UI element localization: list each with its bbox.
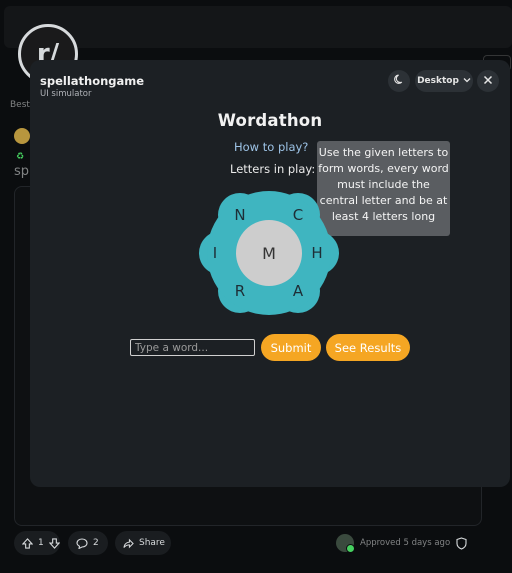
moon-icon	[393, 74, 405, 88]
close-icon	[483, 75, 493, 88]
share-icon	[123, 538, 134, 549]
close-button[interactable]	[477, 70, 499, 92]
center-letter-tile[interactable]: M	[236, 220, 302, 286]
wordathon-game: Wordathon How to play? Letters in play: …	[30, 102, 510, 487]
vote-control: 1	[14, 531, 60, 555]
post-action-bar: 1 2 Share Approved 5 days ago	[14, 531, 484, 555]
letter-tile-n[interactable]: N	[228, 205, 252, 225]
see-results-button[interactable]: See Results	[326, 334, 410, 361]
post-title[interactable]: sp	[14, 164, 29, 179]
game-title: Wordathon	[217, 111, 323, 130]
moderator-avatar	[336, 534, 355, 553]
comment-count: 2	[93, 538, 99, 548]
shield-icon[interactable]	[456, 535, 467, 554]
app-name: spellathongame	[40, 74, 145, 88]
upvote-icon[interactable]	[22, 537, 33, 549]
share-label: Share	[139, 538, 165, 548]
share-button[interactable]: Share	[115, 531, 171, 555]
letter-tile-i[interactable]: I	[203, 243, 227, 263]
app-subtitle: UI simulator	[40, 89, 92, 99]
downvote-icon[interactable]	[48, 537, 60, 549]
how-to-play-link[interactable]: How to play?	[234, 140, 308, 154]
comment-icon	[76, 537, 88, 549]
approval-status: Approved 5 days ago	[336, 531, 450, 555]
vote-count: 1	[38, 538, 44, 548]
comments-button[interactable]: 2	[68, 531, 108, 555]
word-input[interactable]	[130, 339, 255, 356]
author-avatar[interactable]	[14, 128, 30, 144]
chevron-down-icon	[463, 76, 471, 86]
submit-button[interactable]: Submit	[261, 334, 321, 361]
letter-tile-a[interactable]: A	[286, 281, 310, 301]
modal-header: spellathongame UI simulator Desktop	[30, 60, 510, 102]
device-select[interactable]: Desktop	[415, 70, 473, 92]
letter-tile-r[interactable]: R	[228, 281, 252, 301]
letter-tile-h[interactable]: H	[305, 243, 329, 263]
app-simulator-modal: spellathongame UI simulator Desktop Word…	[30, 60, 510, 487]
letters-label: Letters in play:	[230, 162, 316, 176]
sort-label[interactable]: Best	[10, 100, 30, 110]
reddit-header	[4, 6, 512, 48]
approved-text: Approved 5 days ago	[360, 538, 451, 548]
letter-flower: N C H A R I M	[198, 182, 340, 324]
letter-tile-c[interactable]: C	[286, 205, 310, 225]
recycle-icon: ♻	[16, 152, 25, 162]
device-label: Desktop	[417, 76, 459, 86]
theme-toggle-button[interactable]	[388, 70, 410, 92]
